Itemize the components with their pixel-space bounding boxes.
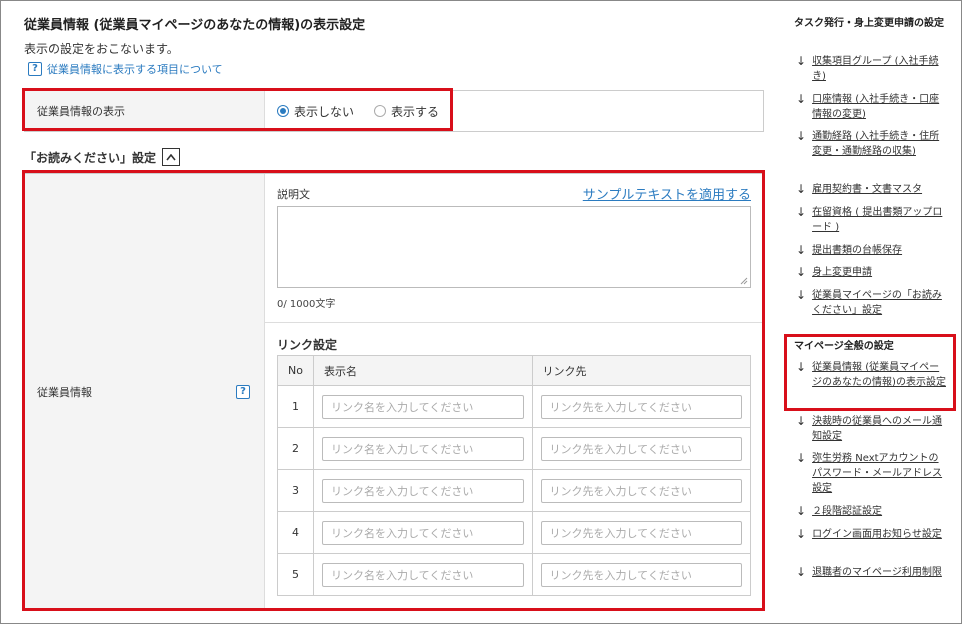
arrow-down-icon: ↓ (796, 451, 807, 465)
radio-selected-icon[interactable] (277, 105, 289, 117)
arrow-down-icon: ↓ (796, 265, 807, 279)
link-name-input[interactable]: リンク名を入力してください (322, 436, 524, 461)
divider (265, 322, 763, 323)
col-header-no: No (277, 355, 314, 386)
sidebar-item[interactable]: ↓ ログイン画面用お知らせ設定 (796, 527, 946, 542)
arrow-down-icon: ↓ (796, 527, 807, 541)
sidebar-item[interactable]: ↓ 通勤経路 (入社手続き・住所変更・通勤経路の収集) (796, 129, 946, 159)
link-name-input[interactable]: リンク名を入力してください (322, 394, 524, 419)
link-url-input[interactable]: リンク先を入力してください (540, 520, 742, 545)
sidebar-group-title-mypage: マイページ全般の設定 (794, 341, 894, 352)
row-no: 1 (277, 385, 314, 428)
link-settings-label: リンク設定 (277, 338, 338, 352)
sidebar-group-title-task: タスク発行・身上変更申請の設定 (794, 18, 944, 29)
display-setting-label: 従業員情報の表示 (25, 91, 265, 131)
arrow-down-icon: ↓ (796, 565, 807, 579)
link-name-input[interactable]: リンク名を入力してください (322, 478, 524, 503)
arrow-down-icon: ↓ (796, 288, 807, 302)
yomi-row-label-cell: 従業員情報 ? (25, 174, 265, 608)
display-setting-row: 従業員情報の表示 表示しない 表示する (24, 90, 764, 132)
sidebar-item[interactable]: ↓ 決裁時の従業員へのメール通知設定 (796, 414, 946, 444)
sidebar-item[interactable]: ↓ 雇用契約書・文書マスタ (796, 182, 946, 197)
help-link[interactable]: ? 従業員情報に表示する項目について (28, 61, 223, 77)
table-header-row: No 表示名 リンク先 (277, 355, 751, 386)
question-icon: ? (28, 62, 42, 76)
yomi-setting-box: 従業員情報 ? 説明文 サンプルテキストを適用する 0/ 1000文字 リンク設… (24, 173, 764, 609)
description-textarea[interactable] (277, 206, 751, 288)
sidebar-item[interactable]: ↓ 収集項目グループ (入社手続き) (796, 54, 946, 84)
link-url-input[interactable]: リンク先を入力してください (540, 562, 742, 587)
section-title-label: 「お読みください」設定 (24, 150, 157, 165)
page-title: 従業員情報 (従業員マイページのあなたの情報)の表示設定 (24, 18, 366, 33)
arrow-down-icon: ↓ (796, 205, 807, 219)
arrow-down-icon: ↓ (796, 504, 807, 518)
arrow-down-icon: ↓ (796, 414, 807, 428)
sidebar-item[interactable]: ↓ 在留資格 ( 提出書類アップロード ) (796, 205, 946, 235)
radio-hide-label: 表示しない (294, 104, 355, 119)
page-description: 表示の設定をおこないます。 (24, 42, 179, 56)
row-no: 4 (277, 511, 314, 554)
table-row: 1 リンク名を入力してください リンク先を入力してください (277, 385, 751, 428)
radio-hide[interactable]: 表示しない (277, 103, 354, 120)
description-label: 説明文 (277, 188, 310, 201)
link-name-input[interactable]: リンク名を入力してください (322, 520, 524, 545)
sidebar-item[interactable]: ↓ ２段階認証設定 (796, 504, 946, 519)
sidebar-item[interactable]: ↓ 退職者のマイページ利用制限 (796, 565, 946, 580)
radio-show[interactable]: 表示する (374, 103, 439, 120)
help-link-label: 従業員情報に表示する項目について (47, 63, 223, 76)
apply-sample-text-link[interactable]: サンプルテキストを適用する (583, 184, 751, 203)
table-row: 2 リンク名を入力してください リンク先を入力してください (277, 427, 751, 470)
sidebar-item[interactable]: ↓ 従業員マイページの「お読みください」設定 (796, 288, 946, 318)
sidebar-item[interactable]: ↓ 弥生労務 Nextアカウントのパスワード・メールアドレス設定 (796, 451, 946, 496)
chevron-up-icon[interactable] (162, 148, 181, 166)
section-title: 「お読みください」設定 (24, 148, 181, 166)
link-name-input[interactable]: リンク名を入力してください (322, 562, 524, 587)
sidebar-item[interactable]: ↓ 提出書類の台帳保存 (796, 243, 946, 258)
resize-handle-icon[interactable] (740, 277, 748, 285)
arrow-down-icon: ↓ (796, 243, 807, 257)
char-count: 0/ 1000文字 (277, 299, 336, 310)
arrow-down-icon: ↓ (796, 54, 807, 68)
arrow-down-icon: ↓ (796, 129, 807, 143)
col-header-url: リンク先 (531, 355, 751, 386)
link-url-input[interactable]: リンク先を入力してください (540, 394, 742, 419)
row-no: 3 (277, 469, 314, 512)
radio-show-label: 表示する (391, 104, 440, 119)
sidebar-item[interactable]: ↓ 身上変更申請 (796, 265, 946, 280)
row-no: 5 (277, 553, 314, 596)
link-url-input[interactable]: リンク先を入力してください (540, 478, 742, 503)
question-icon[interactable]: ? (236, 385, 250, 399)
arrow-down-icon: ↓ (796, 360, 807, 374)
arrow-down-icon: ↓ (796, 92, 807, 106)
table-row: 4 リンク名を入力してください リンク先を入力してください (277, 511, 751, 554)
link-url-input[interactable]: リンク先を入力してください (540, 436, 742, 461)
yomi-row-label: 従業員情報 (37, 386, 92, 399)
table-row: 5 リンク名を入力してください リンク先を入力してください (277, 553, 751, 596)
sidebar-item-current[interactable]: ↓ 従業員情報 (従業員マイページのあなたの情報)の表示設定 (796, 360, 946, 390)
arrow-down-icon: ↓ (796, 182, 807, 196)
col-header-name: 表示名 (313, 355, 533, 386)
radio-unselected-icon[interactable] (374, 105, 387, 117)
sidebar-item[interactable]: ↓ 口座情報 (入社手続き・口座情報の変更) (796, 92, 946, 122)
row-no: 2 (277, 427, 314, 470)
display-radio-group: 表示しない 表示する (277, 91, 439, 131)
link-table: No 表示名 リンク先 1 リンク名を入力してください リンク先を入力してくださ… (277, 355, 751, 596)
table-row: 3 リンク名を入力してください リンク先を入力してください (277, 469, 751, 512)
